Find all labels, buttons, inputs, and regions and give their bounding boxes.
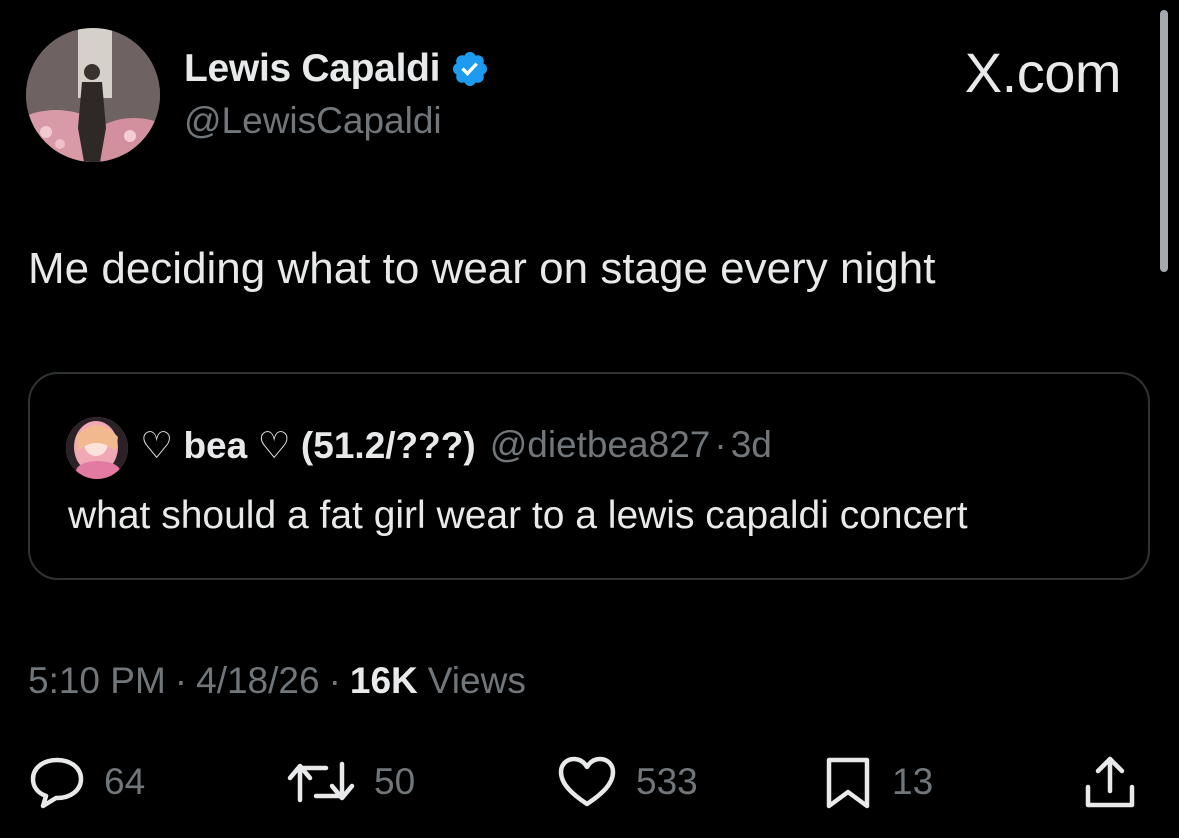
author-name[interactable]: Lewis Capaldi	[184, 47, 440, 91]
repost-icon	[287, 761, 355, 803]
tweet-date[interactable]: 4/18/26	[196, 660, 319, 702]
avatar-image	[26, 28, 160, 162]
author-avatar[interactable]	[26, 28, 160, 162]
share-icon	[1085, 756, 1135, 808]
reply-icon	[30, 757, 84, 809]
repost-count: 50	[374, 761, 416, 802]
like-button[interactable]: 533	[556, 750, 698, 814]
quote-header: ♡ bea ♡ (51.2/???) @dietbea827 · 3d	[140, 420, 772, 470]
bookmark-count: 13	[892, 761, 934, 802]
verified-badge-icon	[453, 51, 488, 87]
repost-button[interactable]: 50	[286, 750, 415, 814]
tweet-time[interactable]: 5:10 PM	[28, 660, 166, 702]
like-count: 533	[636, 761, 698, 802]
quote-author-avatar[interactable]	[66, 417, 128, 479]
reply-button[interactable]: 64	[28, 750, 145, 814]
quote-author-handle[interactable]: @dietbea827	[490, 424, 711, 466]
bookmark-button[interactable]: 13	[822, 750, 933, 814]
author-handle[interactable]: @LewisCapaldi	[184, 100, 442, 142]
quote-avatar-image	[66, 417, 128, 479]
bookmark-icon	[826, 757, 870, 809]
quote-timestamp[interactable]: 3d	[731, 424, 772, 466]
tweet-meta: 5:10 PM · 4/18/26 · 16K Views	[28, 656, 526, 706]
heart-icon	[558, 756, 616, 807]
action-bar: 64 50 533 13	[0, 750, 1179, 814]
meta-separator: ·	[174, 660, 188, 701]
quoted-tweet-card[interactable]: ♡ bea ♡ (51.2/???) @dietbea827 · 3d what…	[28, 372, 1150, 580]
views-label[interactable]: Views	[428, 660, 526, 702]
quote-author-name[interactable]: ♡ bea ♡ (51.2/???)	[140, 424, 476, 467]
reply-count: 64	[104, 761, 146, 802]
quote-separator: ·	[714, 424, 727, 465]
views-count[interactable]: 16K	[350, 660, 418, 702]
site-label: X.com	[964, 41, 1122, 104]
author-name-row[interactable]: Lewis Capaldi	[184, 44, 490, 94]
meta-separator: ·	[328, 660, 341, 701]
quote-text: what should a fat girl wear to a lewis c…	[68, 494, 968, 537]
scrollbar[interactable]	[1160, 10, 1168, 272]
share-button[interactable]	[1082, 750, 1138, 814]
tweet-text: Me deciding what to wear on stage every …	[28, 244, 936, 293]
